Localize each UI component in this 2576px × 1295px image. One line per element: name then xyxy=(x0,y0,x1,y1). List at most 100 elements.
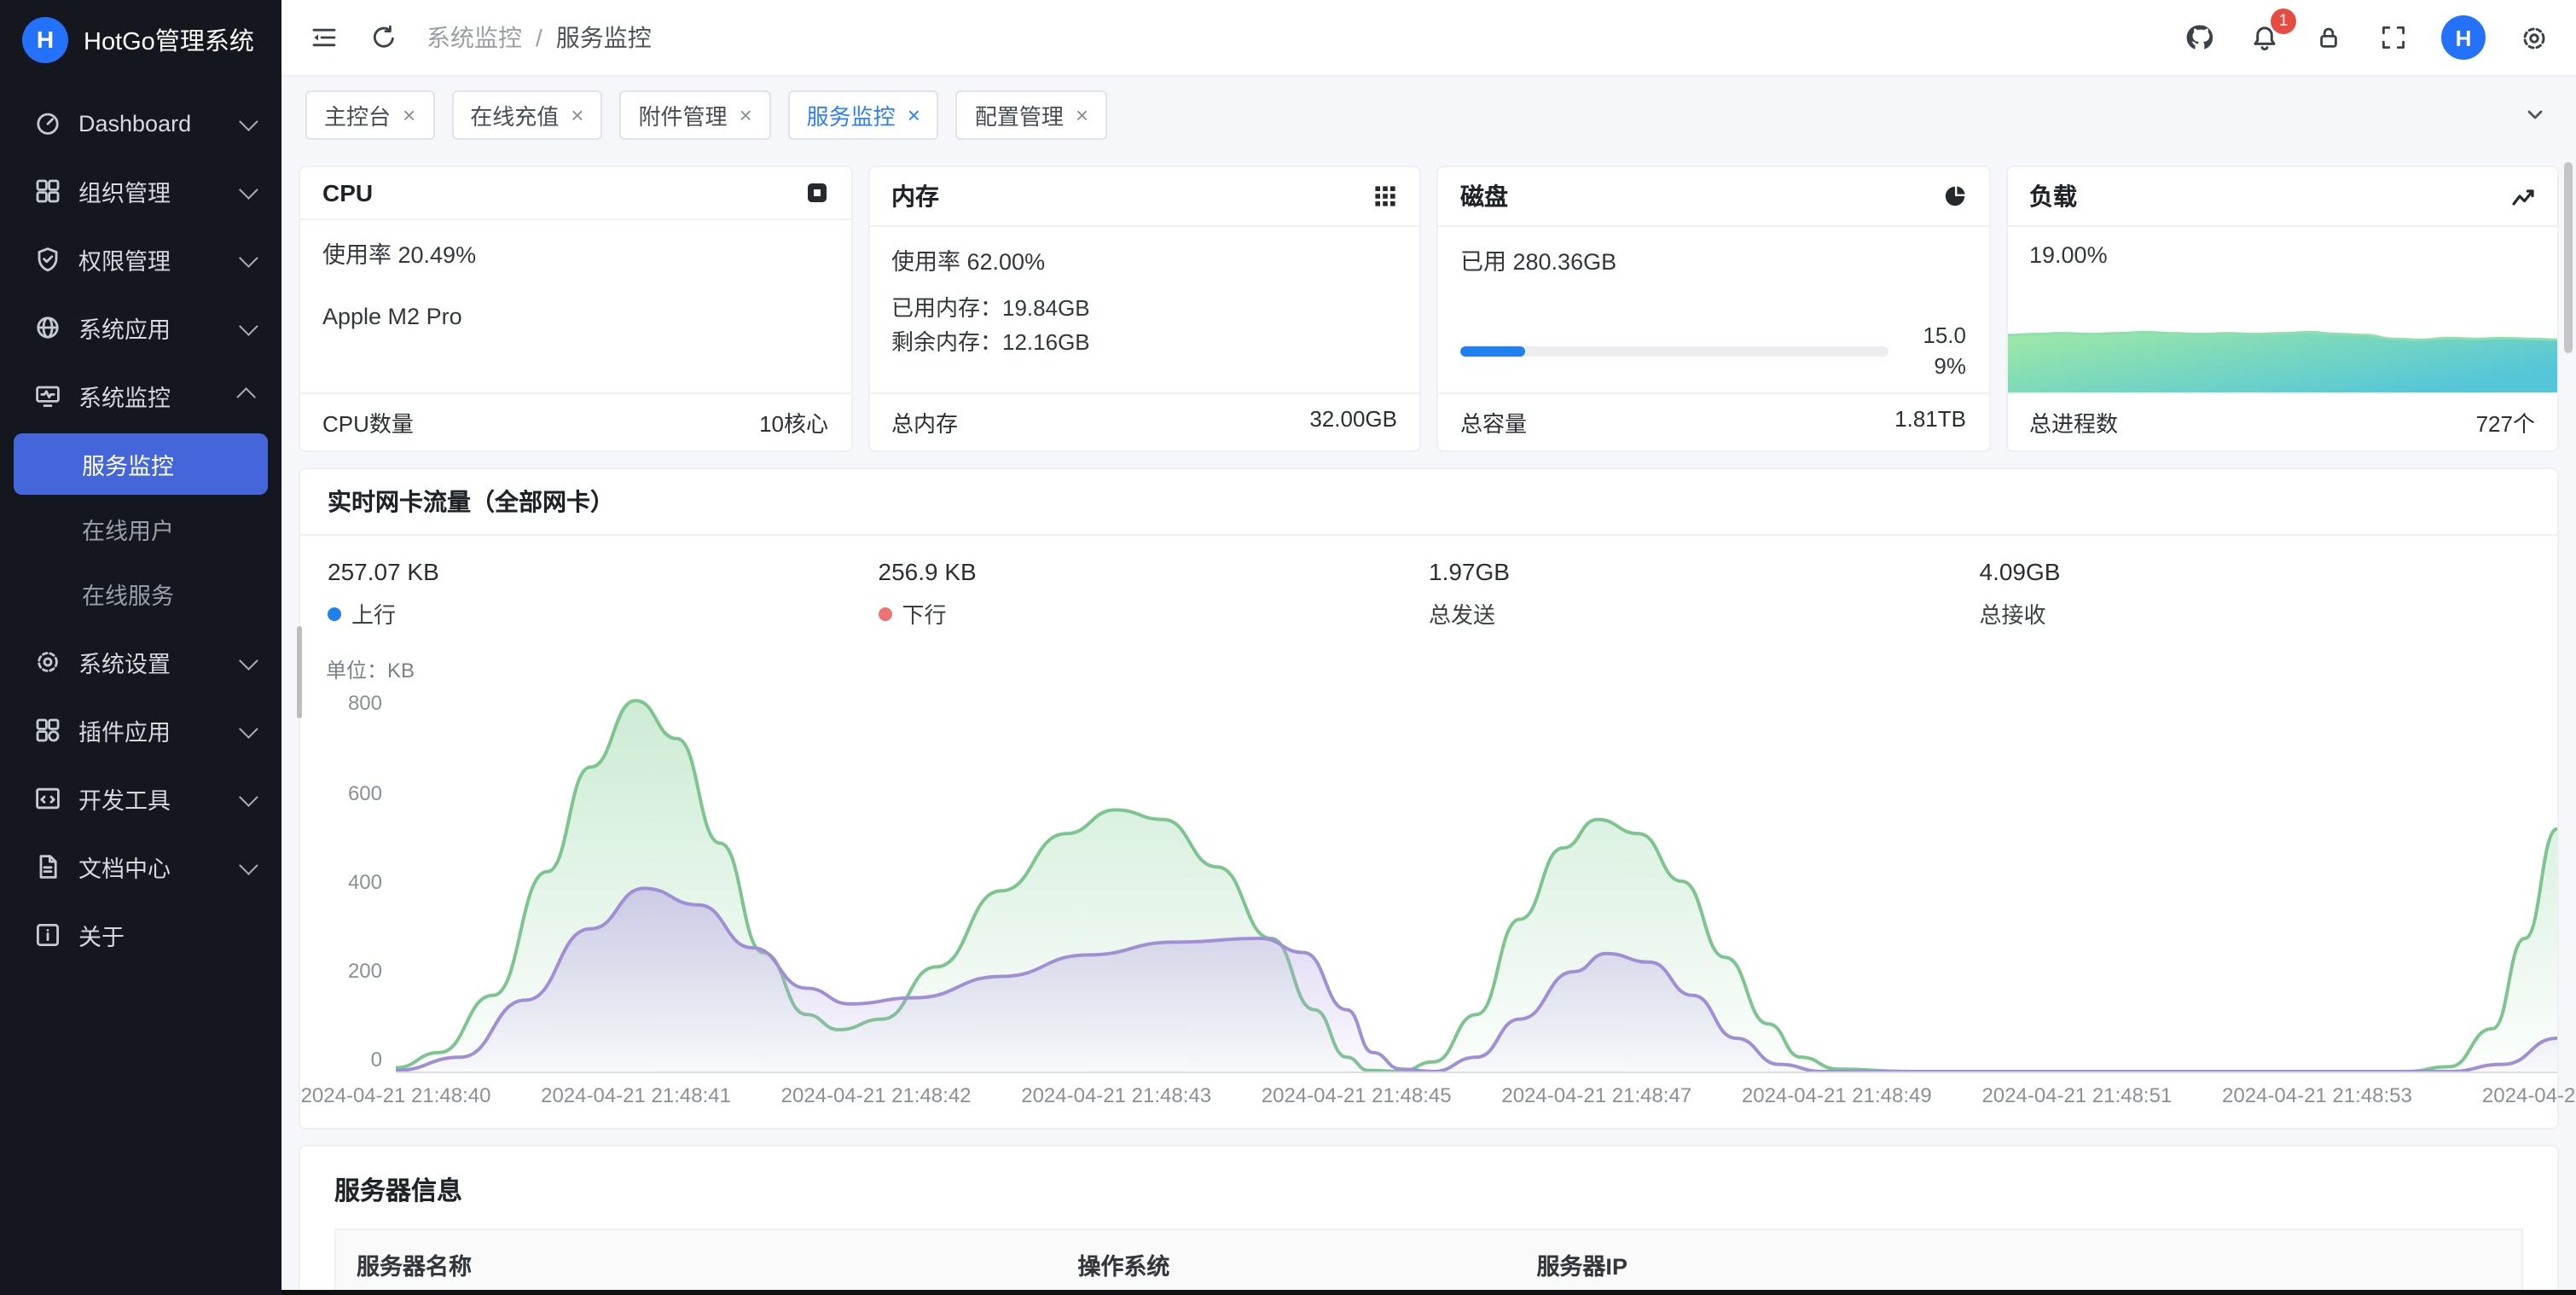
sidebar-item-system-app[interactable]: 系统应用 xyxy=(0,293,281,362)
cpu-card: CPU 使用率 20.49% Apple M2 Pro CPU数量 10核心 xyxy=(299,166,852,453)
traffic-card-title: 实时网卡流量（全部网卡） xyxy=(300,470,2557,537)
globe-icon xyxy=(34,314,61,341)
chart-plot xyxy=(396,692,2557,1074)
tab-online-recharge[interactable]: 在线充值 × xyxy=(451,90,602,139)
breadcrumb-parent[interactable]: 系统监控 xyxy=(426,20,522,55)
app-root: H HotGo管理系统 Dashboard 组织管理 权限管理 xyxy=(0,0,2576,1295)
document-icon xyxy=(34,853,61,880)
x-tick: 2024-04-21 21:48:41 xyxy=(541,1084,731,1108)
traffic-card: 实时网卡流量（全部网卡） 257.07 KB 上行 256.9 KB 下行 1.… xyxy=(299,468,2559,1130)
chart-y-axis: 800 600 400 200 0 xyxy=(300,692,396,1072)
monitor-icon xyxy=(34,382,61,409)
logo-icon: H xyxy=(22,16,68,62)
sidebar-item-docs[interactable]: 文档中心 xyxy=(0,833,281,901)
chart-x-axis: 2024-04-21 21:48:40 2024-04-21 21:48:41 … xyxy=(396,1084,2557,1112)
cpu-card-title: CPU xyxy=(322,179,373,206)
sidebar-item-devtools[interactable]: 开发工具 xyxy=(0,764,281,833)
traffic-stat-up: 257.07 KB 上行 xyxy=(328,559,879,630)
notifications[interactable]: 1 xyxy=(2247,20,2281,55)
cpu-footer-label: CPU数量 xyxy=(322,407,414,439)
sidebar-scrollbar-thumb[interactable] xyxy=(297,626,302,718)
cpu-footer-value: 10核心 xyxy=(759,407,828,439)
disk-footer-label: 总容量 xyxy=(1460,407,1527,439)
y-tick: 400 xyxy=(348,870,382,894)
tab-close-icon[interactable]: × xyxy=(739,102,751,127)
sidebar: H HotGo管理系统 Dashboard 组织管理 权限管理 xyxy=(0,0,281,1295)
y-tick: 200 xyxy=(348,959,382,983)
column-os: 操作系统 xyxy=(1057,1231,1516,1295)
x-tick: 2024-04-21 21:48:43 xyxy=(1021,1084,1211,1108)
cpu-chip-icon xyxy=(804,181,828,205)
main-column: 系统监控 / 服务监控 1 H xyxy=(281,0,2576,1295)
lock-icon[interactable] xyxy=(2312,20,2346,55)
app-logo[interactable]: H HotGo管理系统 xyxy=(0,0,281,78)
stat-value: 4.09GB xyxy=(1980,559,2531,586)
sidebar-subitem-online-services[interactable]: 在线服务 xyxy=(14,563,268,624)
collapse-menu-icon[interactable] xyxy=(307,20,341,55)
tab-config[interactable]: 配置管理 × xyxy=(956,90,1107,139)
stat-value: 256.9 KB xyxy=(879,559,1430,586)
tab-label: 附件管理 xyxy=(638,98,727,131)
x-tick: 2024-04-21 21:4 xyxy=(2482,1084,2576,1108)
disk-progress-bar xyxy=(1460,346,1888,357)
sidebar-subitem-online-users[interactable]: 在线用户 xyxy=(14,498,268,560)
sidebar-item-label: Dashboard xyxy=(78,110,223,136)
notification-badge: 1 xyxy=(2271,9,2296,34)
chevron-down-icon xyxy=(239,180,258,200)
sidebar-item-about[interactable]: 关于 xyxy=(0,901,281,969)
sidebar-item-label: 系统应用 xyxy=(78,311,223,345)
memory-used: 已用内存：19.84GB xyxy=(891,292,1397,325)
load-card: 负载 19.00% xyxy=(2005,166,2559,453)
code-icon xyxy=(34,785,61,812)
fullscreen-icon[interactable] xyxy=(2376,20,2411,55)
scrollbar-thumb[interactable] xyxy=(2564,162,2573,353)
table-header-row: 服务器名称 操作系统 服务器IP xyxy=(336,1231,2521,1295)
github-icon[interactable] xyxy=(2182,20,2216,55)
load-footer-value: 727个 xyxy=(2476,407,2535,439)
memory-footer-value: 32.00GB xyxy=(1309,407,1397,439)
settings-gear-icon[interactable] xyxy=(2516,20,2550,55)
memory-card-title: 内存 xyxy=(891,179,939,213)
refresh-icon[interactable] xyxy=(367,20,401,55)
y-tick: 600 xyxy=(348,781,382,804)
tab-attachment[interactable]: 附件管理 × xyxy=(619,90,770,139)
sidebar-item-plugin[interactable]: 插件应用 xyxy=(0,696,281,764)
tabbar-chevron-down-icon[interactable] xyxy=(2518,97,2552,131)
disk-progress-fill xyxy=(1460,346,1525,357)
pie-chart-icon xyxy=(1942,184,1966,208)
sidebar-subitem-service-monitor[interactable]: 服务监控 xyxy=(14,433,268,495)
stat-value: 257.07 KB xyxy=(328,559,879,586)
gear-icon xyxy=(34,648,61,676)
sidebar-item-settings[interactable]: 系统设置 xyxy=(0,628,281,696)
load-value: 19.00% xyxy=(2007,227,2557,268)
avatar[interactable]: H xyxy=(2441,15,2486,60)
page-content: CPU 使用率 20.49% Apple M2 Pro CPU数量 10核心 xyxy=(281,152,2576,1295)
breadcrumb-current: 服务监控 xyxy=(556,20,652,55)
x-tick: 2024-04-21 21:48:51 xyxy=(1981,1084,2172,1108)
sidebar-item-system-monitor[interactable]: 系统监控 xyxy=(0,362,281,430)
sidebar-item-permission[interactable]: 权限管理 xyxy=(0,225,281,293)
x-tick: 2024-04-21 21:48:49 xyxy=(1742,1084,1932,1108)
tab-close-icon[interactable]: × xyxy=(571,102,583,127)
tab-label: 主控台 xyxy=(324,98,391,131)
load-sparkline-chart xyxy=(2007,298,2557,393)
sidebar-item-dashboard[interactable]: Dashboard xyxy=(0,89,281,157)
stat-label: 总接收 xyxy=(1980,598,2046,630)
legend-dot-down xyxy=(879,607,892,621)
load-footer-label: 总进程数 xyxy=(2029,407,2118,439)
memory-card: 内存 使用率 62.00% 已用内存：19.84GB 剩余内存：12.16GB … xyxy=(867,166,1421,453)
tab-close-icon[interactable]: × xyxy=(403,102,415,127)
x-tick: 2024-04-21 21:48:40 xyxy=(301,1084,491,1108)
chart-unit-label: 单位：KB xyxy=(326,656,415,685)
cpu-usage: 使用率 20.49% xyxy=(322,235,828,270)
server-table: 服务器名称 操作系统 服务器IP mengshuaideMBP darwin 1… xyxy=(334,1229,2523,1295)
tab-console[interactable]: 主控台 × xyxy=(305,90,434,139)
sidebar-item-org[interactable]: 组织管理 xyxy=(0,157,281,225)
chevron-down-icon xyxy=(239,856,258,875)
tab-service-monitor[interactable]: 服务监控 × xyxy=(788,90,939,139)
chevron-down-icon xyxy=(239,787,258,807)
y-tick: 0 xyxy=(371,1048,382,1072)
tab-close-icon[interactable]: × xyxy=(1076,102,1088,127)
sidebar-item-label: 系统监控 xyxy=(78,379,223,413)
tab-close-icon[interactable]: × xyxy=(908,102,920,127)
